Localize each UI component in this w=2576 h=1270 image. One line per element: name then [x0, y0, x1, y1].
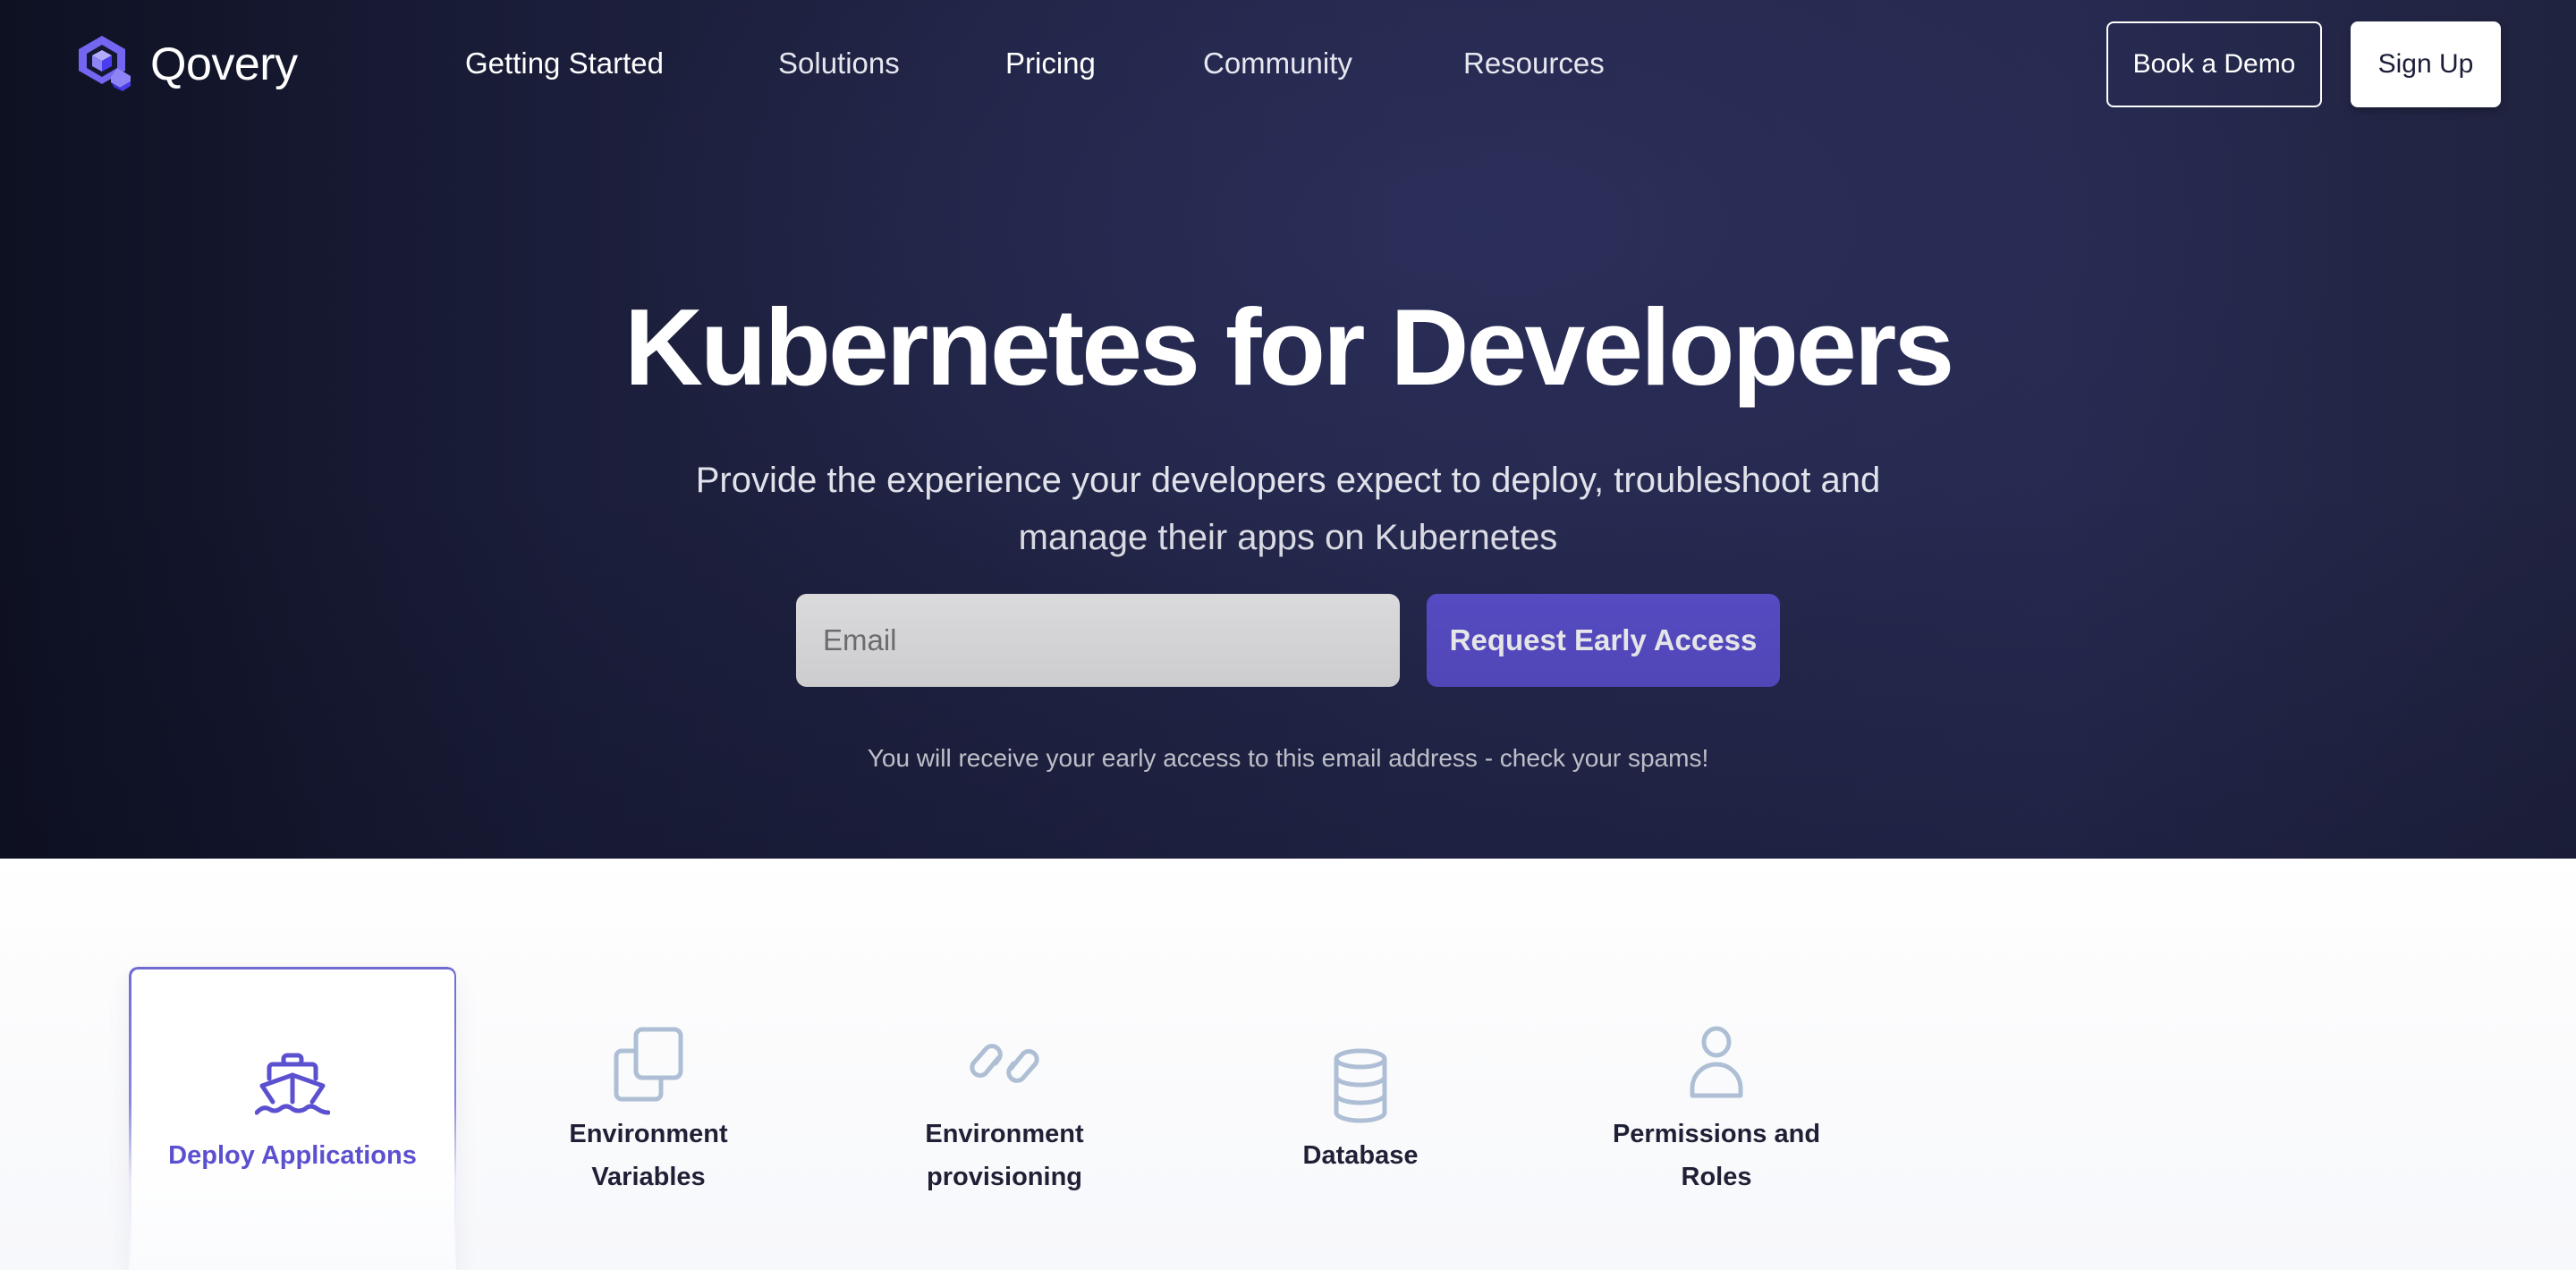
- feature-tab-label: Deploy Applications: [129, 1134, 456, 1177]
- logo-link[interactable]: Qovery: [75, 32, 298, 97]
- email-input[interactable]: [796, 594, 1400, 687]
- early-access-note: You will receive your early access to th…: [867, 744, 1709, 772]
- label-line: Database: [1302, 1141, 1419, 1170]
- hero-subtitle: Provide the experience your developers e…: [0, 452, 2576, 566]
- feature-tab-environment-provisioning[interactable]: Environment provisioning: [841, 967, 1168, 1270]
- request-early-access-button[interactable]: Request Early Access: [1427, 594, 1780, 687]
- nav-solutions[interactable]: Solutions: [778, 43, 900, 84]
- user-icon: [1690, 1026, 1743, 1098]
- feature-tab-environment-variables[interactable]: Environment Variables: [485, 967, 812, 1270]
- feature-tab-deploy-applications[interactable]: Deploy Applications: [129, 967, 456, 1270]
- hero-section: Qovery Getting Started Solutions Pricing…: [0, 0, 2576, 859]
- feature-tab-label: Environment Variables: [485, 1113, 812, 1198]
- feature-tab-label: Environment provisioning: [841, 1113, 1168, 1198]
- page-title: Kubernetes for Developers: [623, 286, 1954, 408]
- feature-tab-label: Database: [1197, 1134, 1524, 1177]
- label-line: Deploy Applications: [168, 1141, 417, 1170]
- sign-up-button[interactable]: Sign Up: [2351, 21, 2501, 107]
- feature-tab-database[interactable]: Database: [1197, 967, 1524, 1270]
- hero-subtitle-line-1: Provide the experience your developers e…: [695, 461, 1881, 500]
- book-demo-button[interactable]: Book a Demo: [2106, 21, 2322, 107]
- logo-text: Qovery: [150, 38, 298, 90]
- label-line: Environment: [925, 1120, 1084, 1148]
- label-line: provisioning: [927, 1163, 1082, 1191]
- nav-resources[interactable]: Resources: [1463, 43, 1605, 84]
- nav-pricing[interactable]: Pricing: [1005, 43, 1096, 84]
- label-line: Environment: [569, 1120, 728, 1148]
- label-line: Roles: [1681, 1163, 1752, 1191]
- copy-icon: [614, 1027, 683, 1102]
- label-line: Variables: [591, 1163, 706, 1191]
- qovery-logo-icon: [79, 36, 131, 91]
- ship-icon: [255, 1053, 330, 1115]
- nav-getting-started[interactable]: Getting Started: [465, 43, 664, 84]
- feature-tab-permissions-and-roles[interactable]: Permissions and Roles: [1553, 967, 1880, 1270]
- link-icon: [970, 1044, 1039, 1083]
- label-line: Permissions and: [1612, 1120, 1821, 1148]
- nav-community[interactable]: Community: [1203, 43, 1352, 84]
- feature-tab-label: Permissions and Roles: [1553, 1113, 1880, 1198]
- hero-subtitle-line-2: manage their apps on Kubernetes: [1018, 518, 1558, 557]
- database-icon: [1334, 1048, 1387, 1123]
